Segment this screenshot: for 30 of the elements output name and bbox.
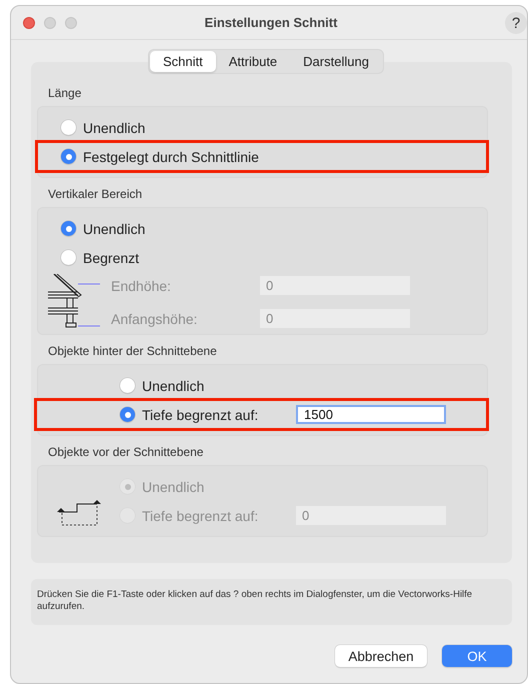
cancel-button[interactable]: Abbrechen	[335, 645, 427, 667]
field-label: Anfangshöhe:	[111, 310, 198, 326]
radio-button[interactable]	[120, 407, 135, 422]
option-label[interactable]: Festgelegt durch Schnittlinie	[83, 148, 259, 164]
help-button[interactable]: ?	[505, 12, 527, 34]
window-title: Einstellungen Schnitt	[204, 15, 338, 30]
help-text: Drücken Sie die F1-Taste oder klicken auf das ? oben rechts im Dialogfenster, um die Vectorworks-Hilfe aufzurufen.	[31, 579, 512, 625]
field-label: Endhöhe:	[111, 278, 172, 294]
option-label[interactable]: Unendlich	[142, 378, 204, 394]
zoom-button[interactable]	[65, 16, 77, 28]
close-button[interactable]	[23, 16, 35, 28]
section-label: Länge	[47, 85, 82, 102]
section-label: Vertikaler Bereich	[47, 186, 144, 203]
option-label[interactable]: Unendlich	[83, 220, 146, 236]
section-label: Objekte vor der Schnittebene	[47, 444, 204, 461]
option-label[interactable]: Tiefe begrenzt auf:	[142, 406, 289, 422]
radio-button[interactable]	[61, 120, 76, 135]
minimize-button[interactable]	[44, 16, 56, 28]
tab[interactable]: Attribute	[216, 51, 290, 72]
input-field[interactable]: 1500	[296, 405, 446, 424]
radio-button[interactable]	[61, 221, 76, 236]
option-label[interactable]: Begrenzt	[83, 250, 140, 266]
section-label: Objekte hinter der Schnittebene	[47, 343, 218, 360]
tab[interactable]: Schnitt	[150, 51, 216, 72]
radio-button[interactable]	[120, 378, 135, 393]
option-label[interactable]: Unendlich	[83, 120, 146, 136]
ok-button[interactable]: OK	[442, 645, 512, 667]
tab[interactable]: Darstellung	[290, 51, 382, 72]
radio-button[interactable]	[61, 250, 76, 265]
radio-button[interactable]	[61, 149, 76, 164]
